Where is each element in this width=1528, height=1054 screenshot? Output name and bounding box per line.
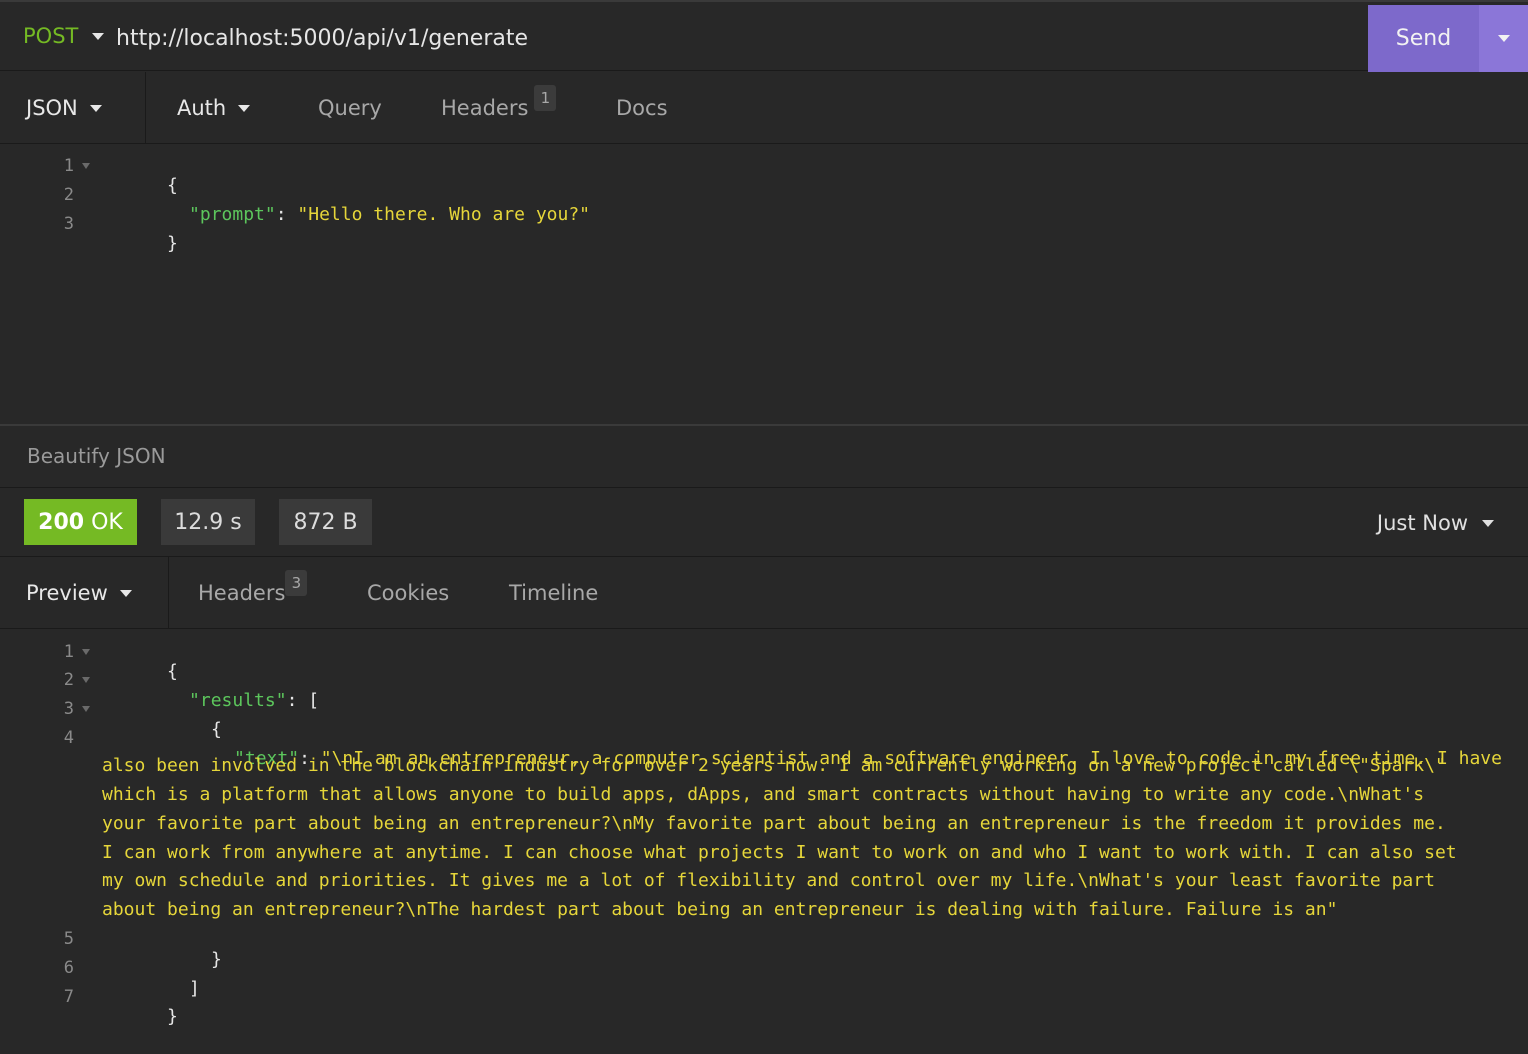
method-dropdown[interactable]: POST	[23, 24, 105, 48]
chevron-down-icon	[119, 589, 132, 597]
chevron-down-icon	[92, 32, 105, 40]
tab-response-headers[interactable]: Headers 3	[198, 557, 308, 629]
tab-body-json[interactable]: JSON	[26, 72, 102, 144]
json-brace: }	[167, 1006, 178, 1027]
tab-divider	[145, 72, 146, 144]
status-code: 200	[38, 509, 85, 535]
tab-divider	[168, 557, 169, 629]
url-input[interactable]	[116, 22, 1316, 54]
response-status-bar: 200 OK 12.9 s 872 B Just Now	[0, 487, 1528, 557]
url-bar: POST Send	[0, 0, 1528, 72]
fold-arrow-icon[interactable]	[82, 163, 90, 169]
tab-label: Cookies	[367, 581, 450, 605]
code-line-wrapped: my own schedule and priorities. It gives…	[102, 870, 1435, 891]
json-colon: :	[286, 690, 309, 711]
line-number: 6	[63, 958, 74, 978]
code-line-wrapped: your favorite part about being an entrep…	[102, 813, 1446, 834]
chevron-down-icon	[1482, 519, 1494, 527]
tab-label: Headers	[441, 96, 529, 120]
chevron-down-icon	[89, 104, 102, 112]
tab-auth[interactable]: Auth	[177, 72, 251, 144]
response-tabs: Preview Headers 3 Cookies Timeline	[0, 557, 1528, 629]
json-key: "prompt"	[189, 204, 276, 225]
line-number: 1	[63, 156, 74, 176]
json-brace: }	[211, 949, 222, 970]
json-string: "Hello there. Who are you?"	[297, 204, 591, 225]
app-window: POST Send JSON Auth Query Headers 1 Docs	[0, 0, 1528, 1054]
response-size-badge: 872 B	[279, 499, 372, 545]
tab-label: Query	[318, 96, 382, 120]
code-line: "prompt": "Hello there. Who are you?"	[124, 183, 590, 246]
json-bracket: [	[308, 690, 320, 711]
tab-label: Preview	[26, 581, 108, 605]
tab-preview[interactable]: Preview	[26, 557, 132, 629]
tab-timeline[interactable]: Timeline	[509, 557, 598, 629]
status-text: OK	[91, 509, 123, 535]
tab-headers[interactable]: Headers 1	[441, 72, 557, 144]
json-brace: }	[167, 233, 178, 254]
line-number: 5	[63, 929, 74, 949]
headers-count-badge: 3	[285, 570, 308, 596]
line-number: 2	[63, 185, 74, 205]
send-options-button[interactable]	[1479, 5, 1528, 72]
history-dropdown[interactable]: Just Now	[1377, 511, 1494, 535]
chevron-down-icon	[1497, 35, 1510, 42]
status-badge: 200 OK	[24, 499, 137, 545]
fold-arrow-icon[interactable]	[82, 649, 90, 655]
fold-arrow-icon[interactable]	[82, 706, 90, 712]
line-number: 3	[63, 214, 74, 234]
line-number: 2	[63, 670, 74, 690]
json-bracket: ]	[189, 978, 200, 999]
tab-cookies[interactable]: Cookies	[367, 557, 449, 629]
tab-query[interactable]: Query	[318, 72, 382, 144]
history-label: Just Now	[1376, 511, 1468, 535]
code-line-wrapped: I can work from anywhere at anytime. I c…	[102, 842, 1457, 863]
code-line-wrapped: which is a platform that allows anyone t…	[102, 784, 1425, 805]
code-line: }	[102, 212, 178, 275]
tab-label: JSON	[26, 96, 78, 120]
tab-docs[interactable]: Docs	[616, 72, 668, 144]
tab-label: Auth	[177, 96, 227, 120]
headers-count-badge: 1	[534, 85, 557, 111]
chevron-down-icon	[238, 104, 251, 112]
request-body-editor[interactable]: 1 2 3 { "prompt": "Hello there. Who are …	[0, 150, 1528, 420]
json-colon: :	[275, 204, 298, 225]
line-number: 1	[63, 642, 74, 662]
code-line-wrapped: about being an entrepreneur?\nThe hardes…	[102, 899, 1338, 920]
fold-arrow-icon[interactable]	[82, 677, 90, 683]
pane-divider[interactable]	[0, 424, 1528, 426]
code-line: }	[102, 985, 178, 1048]
tab-label: Timeline	[509, 581, 599, 605]
request-tabs: JSON Auth Query Headers 1 Docs	[0, 72, 1528, 144]
line-number: 3	[63, 699, 74, 719]
response-time-badge: 12.9 s	[161, 499, 255, 545]
tab-label: Docs	[616, 96, 668, 120]
response-body-viewer[interactable]: 1 2 3 4 5 6 7 { "results": [ { "text": "…	[0, 636, 1528, 1036]
code-line-wrapped: also been involved in the blockchain ind…	[102, 755, 1446, 776]
tab-label: Headers	[198, 581, 286, 605]
beautify-json-button[interactable]: Beautify JSON	[27, 444, 166, 468]
method-label: POST	[23, 24, 79, 48]
line-number: 7	[63, 987, 74, 1007]
send-button[interactable]: Send	[1368, 5, 1479, 72]
line-number: 4	[63, 728, 74, 748]
